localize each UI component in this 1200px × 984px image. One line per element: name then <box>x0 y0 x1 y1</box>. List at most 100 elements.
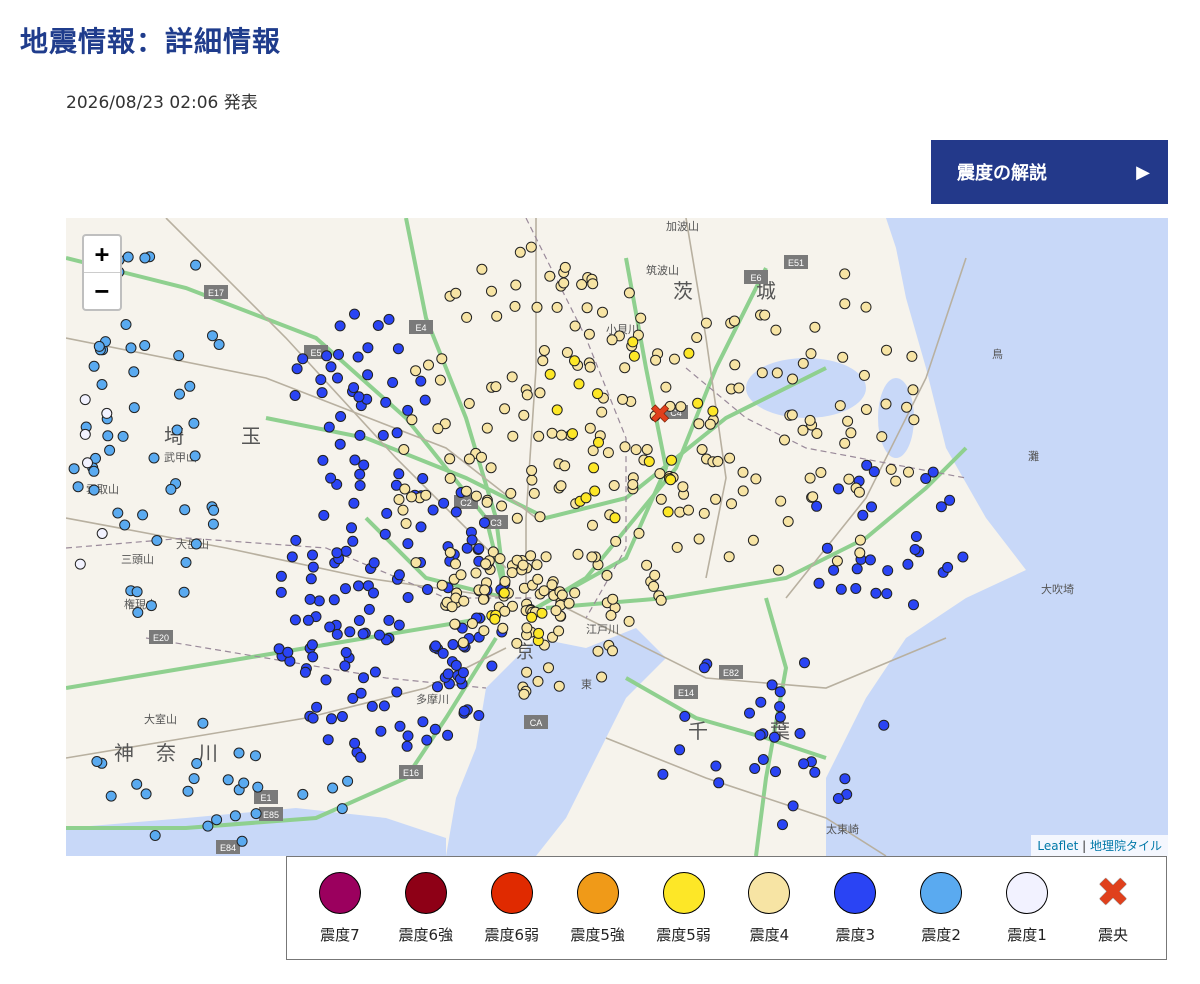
station-marker <box>347 535 359 547</box>
svg-text:E82: E82 <box>723 668 739 678</box>
seismic-intensity-map[interactable]: 茨 城 埼 玉 神 奈 川 千 葉 京 東 鳥 灘 加波山 筑波山 武甲山 雲取… <box>66 218 1168 856</box>
station-marker <box>335 411 347 422</box>
station-marker <box>669 353 680 365</box>
svg-text:E14: E14 <box>678 688 694 698</box>
svg-text:E1: E1 <box>260 793 271 803</box>
station-marker <box>417 716 429 728</box>
station-marker <box>606 334 618 346</box>
station-marker <box>148 452 160 464</box>
station-marker <box>304 593 316 605</box>
station-marker <box>602 447 614 459</box>
station-marker <box>553 625 565 637</box>
map-label-omuroyama: 大室山 <box>144 712 177 726</box>
station-marker <box>379 528 391 540</box>
station-marker <box>96 528 108 539</box>
map-label-kabasan: 加波山 <box>666 220 699 233</box>
station-marker <box>759 309 771 321</box>
station-marker <box>383 313 395 325</box>
station-marker <box>132 607 144 618</box>
route-shield: E4 <box>409 320 433 334</box>
station-marker <box>486 285 497 297</box>
station-marker <box>769 731 780 743</box>
station-marker <box>657 768 669 780</box>
station-marker <box>463 398 475 409</box>
station-marker <box>299 666 311 678</box>
station-marker <box>799 657 810 669</box>
station-marker <box>882 565 894 577</box>
zoom-in-button[interactable]: + <box>84 236 120 272</box>
route-shield: E14 <box>674 685 698 699</box>
station-marker <box>340 583 351 595</box>
station-marker <box>481 422 493 434</box>
station-marker <box>307 549 318 561</box>
intensity-explanation-button[interactable]: 震度の解説 ▶ <box>931 140 1168 204</box>
station-marker <box>325 472 337 484</box>
station-marker <box>402 592 414 603</box>
station-marker <box>450 287 462 299</box>
station-marker <box>607 593 619 605</box>
station-marker <box>908 414 920 426</box>
station-marker <box>466 618 478 629</box>
station-marker <box>533 430 545 442</box>
station-marker <box>399 483 411 495</box>
route-shield: E85 <box>259 807 283 821</box>
svg-text:E85: E85 <box>263 810 279 820</box>
station-marker <box>890 475 902 487</box>
station-marker <box>436 579 448 591</box>
station-marker <box>779 434 790 446</box>
station-marker <box>387 377 399 388</box>
station-marker <box>496 500 508 512</box>
station-marker <box>584 361 596 373</box>
legend-label: 震央 <box>1097 925 1128 944</box>
station-marker <box>68 463 80 475</box>
station-marker <box>770 324 782 336</box>
station-marker <box>837 351 849 363</box>
legend-label: 震度2 <box>921 925 961 944</box>
station-marker <box>787 373 798 385</box>
svg-text:E16: E16 <box>403 768 419 778</box>
station-marker <box>397 504 409 516</box>
station-marker <box>693 533 705 545</box>
station-marker <box>648 580 660 592</box>
station-marker <box>531 301 543 313</box>
map-canvas[interactable]: 茨 城 埼 玉 神 奈 川 千 葉 京 東 鳥 灘 加波山 筑波山 武甲山 雲取… <box>66 218 1168 856</box>
station-marker <box>581 302 593 314</box>
station-marker <box>444 453 456 465</box>
station-marker <box>677 481 689 493</box>
station-marker <box>458 705 470 717</box>
station-marker <box>885 463 897 475</box>
svg-text:C2: C2 <box>460 498 472 508</box>
station-marker <box>415 521 427 533</box>
shindo-1-circle-icon <box>1006 871 1049 914</box>
station-marker <box>419 394 431 406</box>
station-marker <box>797 357 809 369</box>
zoom-out-button[interactable]: − <box>84 272 120 309</box>
station-marker <box>623 287 635 299</box>
station-marker <box>490 381 502 393</box>
station-marker <box>362 342 374 354</box>
station-marker <box>797 424 809 436</box>
station-marker <box>698 507 710 519</box>
station-marker <box>473 543 485 555</box>
leaflet-link[interactable]: Leaflet <box>1037 839 1078 853</box>
station-marker <box>105 790 117 802</box>
station-marker <box>510 279 522 291</box>
station-marker <box>559 460 571 472</box>
station-marker <box>344 626 356 638</box>
station-marker <box>346 522 357 534</box>
station-marker <box>311 701 323 713</box>
station-marker <box>131 778 143 790</box>
station-marker <box>544 368 556 380</box>
station-marker <box>96 379 108 390</box>
station-marker <box>430 640 442 652</box>
station-marker <box>555 480 567 492</box>
station-marker <box>532 675 544 687</box>
station-marker <box>323 421 335 433</box>
station-marker <box>756 367 768 379</box>
station-marker <box>617 393 629 405</box>
station-marker <box>354 429 366 441</box>
station-marker <box>432 423 444 435</box>
gsi-tiles-link[interactable]: 地理院タイル <box>1090 839 1162 853</box>
station-marker <box>506 567 518 579</box>
station-marker <box>393 494 405 505</box>
